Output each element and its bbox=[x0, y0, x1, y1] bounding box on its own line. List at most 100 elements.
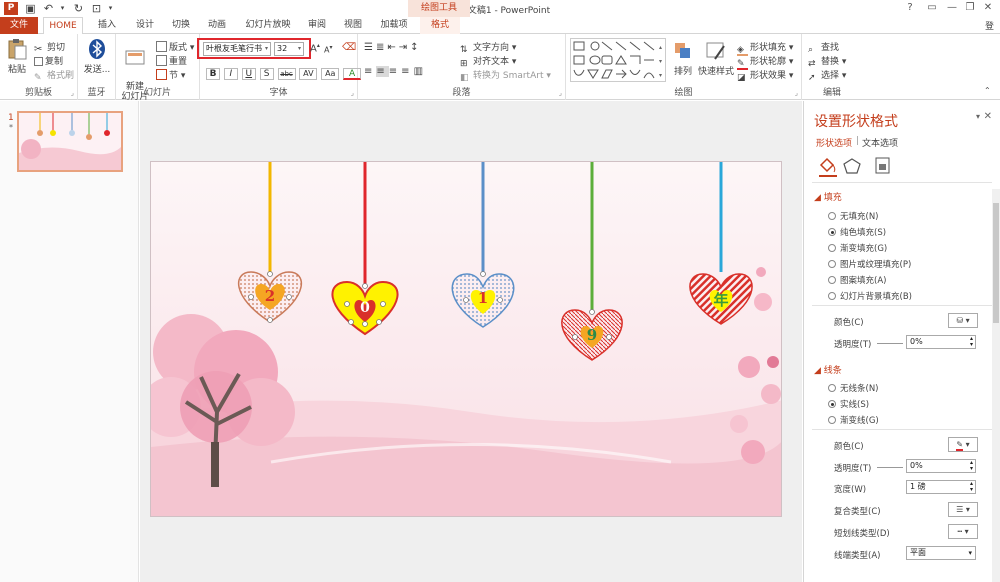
justify-icon[interactable]: ≡ bbox=[401, 66, 413, 77]
align-right-icon[interactable]: ≡ bbox=[389, 66, 401, 77]
clipboard-launcher-icon[interactable]: ⌟ bbox=[71, 89, 74, 97]
tab-design[interactable]: 设计 bbox=[130, 17, 160, 34]
paste-button[interactable]: 粘贴 bbox=[4, 38, 30, 75]
fill-section-header[interactable]: ◢ 填充 bbox=[814, 190, 842, 203]
tab-review[interactable]: 审阅 bbox=[302, 17, 332, 34]
line-spacing-icon[interactable]: ↕ bbox=[410, 42, 421, 53]
shapes-gallery[interactable]: ▴ ▾ ▾ bbox=[570, 38, 666, 82]
bluetooth-group: 发送... 蓝牙 bbox=[78, 34, 116, 100]
tab-format[interactable]: 格式 bbox=[420, 17, 460, 34]
reset-button[interactable]: 重置 bbox=[156, 54, 187, 67]
shape-effects-button[interactable]: ◪ 形状效果 ▾ bbox=[737, 68, 793, 84]
heart-char-year[interactable]: 年 bbox=[711, 289, 731, 310]
bullets-icon[interactable]: ☰ bbox=[364, 42, 376, 53]
paint-bucket-icon: ⛁ bbox=[956, 316, 964, 325]
shapes-gallery-icons: ▴ ▾ ▾ bbox=[573, 41, 662, 79]
fill-option-solid[interactable]: 纯色填充(S) bbox=[828, 226, 886, 238]
pane-options-icon[interactable]: ▾ bbox=[976, 112, 980, 121]
slide-thumbnail[interactable] bbox=[17, 111, 123, 172]
slide-canvas[interactable]: 2 0 1 9 年 bbox=[150, 161, 782, 517]
format-painter-button[interactable]: ✎ 格式刷 bbox=[34, 68, 74, 84]
pane-scrollbar[interactable] bbox=[992, 189, 1000, 582]
radio-icon bbox=[828, 276, 836, 284]
italic-button[interactable]: I bbox=[223, 68, 238, 80]
line-transparency-slider[interactable] bbox=[877, 467, 903, 468]
drawing-launcher-icon[interactable]: ⌟ bbox=[795, 89, 798, 97]
copy-button[interactable]: 复制 bbox=[34, 54, 63, 67]
line-option-none[interactable]: 无线条(N) bbox=[828, 382, 879, 394]
section-button[interactable]: 节 ▾ bbox=[156, 68, 185, 81]
align-left-icon[interactable]: ≡ bbox=[364, 66, 376, 77]
paragraph-group-label: 段落 bbox=[452, 88, 471, 98]
bluetooth-send-button[interactable]: 发送... bbox=[82, 38, 112, 75]
cut-button[interactable]: ✂ 剪切 bbox=[34, 40, 65, 55]
tab-addins[interactable]: 加载项 bbox=[374, 17, 414, 34]
character-spacing-button[interactable]: AV bbox=[299, 68, 318, 80]
pane-title: 设置形状格式 bbox=[814, 114, 898, 130]
fill-option-none[interactable]: 无填充(N) bbox=[828, 210, 879, 222]
tab-file[interactable]: 文件 bbox=[0, 17, 38, 34]
fill-option-picture[interactable]: 图片或纹理填充(P) bbox=[828, 258, 911, 270]
strikethrough-button[interactable]: abc bbox=[277, 68, 296, 80]
heart-digit-0[interactable]: 0 bbox=[355, 300, 375, 316]
tab-transitions[interactable]: 切换 bbox=[166, 17, 196, 34]
shadow-button[interactable]: S bbox=[259, 68, 274, 80]
help-button[interactable]: ? bbox=[902, 1, 918, 15]
pane-scrollbar-thumb[interactable] bbox=[993, 203, 999, 323]
compound-type-label: 复合类型(C) bbox=[834, 507, 881, 517]
tab-insert[interactable]: 插入 bbox=[92, 17, 122, 34]
quick-styles-button[interactable]: 快速样式 bbox=[698, 40, 734, 77]
align-center-icon[interactable]: ≡ bbox=[376, 66, 389, 77]
line-transparency-input[interactable]: 0% ▴ ▾ bbox=[906, 459, 976, 473]
line-color-picker[interactable]: ✎ ▾ bbox=[948, 437, 978, 452]
convert-smartart-button[interactable]: ◧ 转换为 SmartArt ▾ bbox=[460, 68, 551, 84]
decrease-indent-icon[interactable]: ⇤ bbox=[387, 42, 398, 53]
fill-option-pattern[interactable]: 图案填充(A) bbox=[828, 274, 886, 286]
line-option-solid[interactable]: 实线(S) bbox=[828, 398, 869, 410]
ribbon-display-options-icon[interactable]: ▭ bbox=[924, 1, 940, 15]
cap-type-select[interactable]: 平面 ▾ bbox=[906, 546, 976, 560]
shrink-font-button[interactable]: A▾ bbox=[324, 44, 333, 55]
collapse-ribbon-icon[interactable]: ⌃ bbox=[984, 86, 991, 95]
compound-type-picker[interactable]: ☰ ▾ bbox=[948, 502, 978, 517]
bluetooth-group-label: 蓝牙 bbox=[87, 88, 106, 98]
fill-option-background[interactable]: 幻灯片背景填充(B) bbox=[828, 290, 912, 302]
line-option-gradient[interactable]: 渐变线(G) bbox=[828, 414, 879, 426]
line-section-header[interactable]: ◢ 线条 bbox=[814, 363, 842, 376]
fill-transparency-slider[interactable] bbox=[877, 343, 903, 344]
fill-color-picker[interactable]: ⛁ ▾ bbox=[948, 313, 978, 328]
svg-text:▾: ▾ bbox=[659, 72, 662, 79]
tab-view[interactable]: 视图 bbox=[338, 17, 368, 34]
heart-digit-1[interactable]: 1 bbox=[473, 289, 493, 307]
heart-digit-9[interactable]: 9 bbox=[582, 326, 602, 344]
close-button[interactable]: ✕ bbox=[980, 1, 996, 15]
columns-icon[interactable]: ▥ bbox=[414, 66, 427, 77]
tab-animations[interactable]: 动画 bbox=[202, 17, 232, 34]
tab-text-options[interactable]: 文本选项 bbox=[862, 136, 898, 149]
paragraph-launcher-icon[interactable]: ⌟ bbox=[559, 89, 562, 97]
increase-indent-icon[interactable]: ⇥ bbox=[399, 42, 410, 53]
numbering-icon[interactable]: ≣ bbox=[376, 42, 387, 53]
underline-button[interactable]: U bbox=[241, 68, 256, 80]
editing-group: ⌕ 查找 ⇄ 替换 ▾ ➚ 选择 ▾ 编辑 bbox=[802, 34, 862, 100]
pane-close-icon[interactable]: ✕ bbox=[984, 111, 992, 122]
heart-digit-2[interactable]: 2 bbox=[260, 287, 280, 305]
select-button[interactable]: ➚ 选择 ▾ bbox=[808, 68, 846, 84]
bold-button[interactable]: B bbox=[206, 68, 220, 80]
dash-type-picker[interactable]: ┅ ▾ bbox=[948, 524, 978, 539]
fill-option-gradient[interactable]: 渐变填充(G) bbox=[828, 242, 887, 254]
clear-formatting-icon[interactable]: ⌫ bbox=[342, 42, 356, 53]
line-width-input[interactable]: 1 磅 ▴ ▾ bbox=[906, 480, 976, 494]
sign-in-link[interactable]: 登 bbox=[985, 19, 994, 32]
restore-button[interactable]: ❐ bbox=[962, 1, 978, 15]
tab-home[interactable]: HOME bbox=[43, 17, 83, 35]
tab-shape-options[interactable]: 形状选项 bbox=[816, 136, 852, 149]
grow-font-button[interactable]: A▴ bbox=[310, 42, 320, 54]
fill-transparency-input[interactable]: 0% ▴ ▾ bbox=[906, 335, 976, 349]
tab-slideshow[interactable]: 幻灯片放映 bbox=[240, 17, 296, 34]
layout-button[interactable]: 版式 ▾ bbox=[156, 40, 194, 53]
arrange-button[interactable]: 排列 bbox=[670, 40, 696, 77]
font-launcher-icon[interactable]: ⌟ bbox=[351, 89, 354, 97]
minimize-button[interactable]: — bbox=[944, 1, 960, 15]
change-case-button[interactable]: Aa bbox=[321, 68, 340, 80]
